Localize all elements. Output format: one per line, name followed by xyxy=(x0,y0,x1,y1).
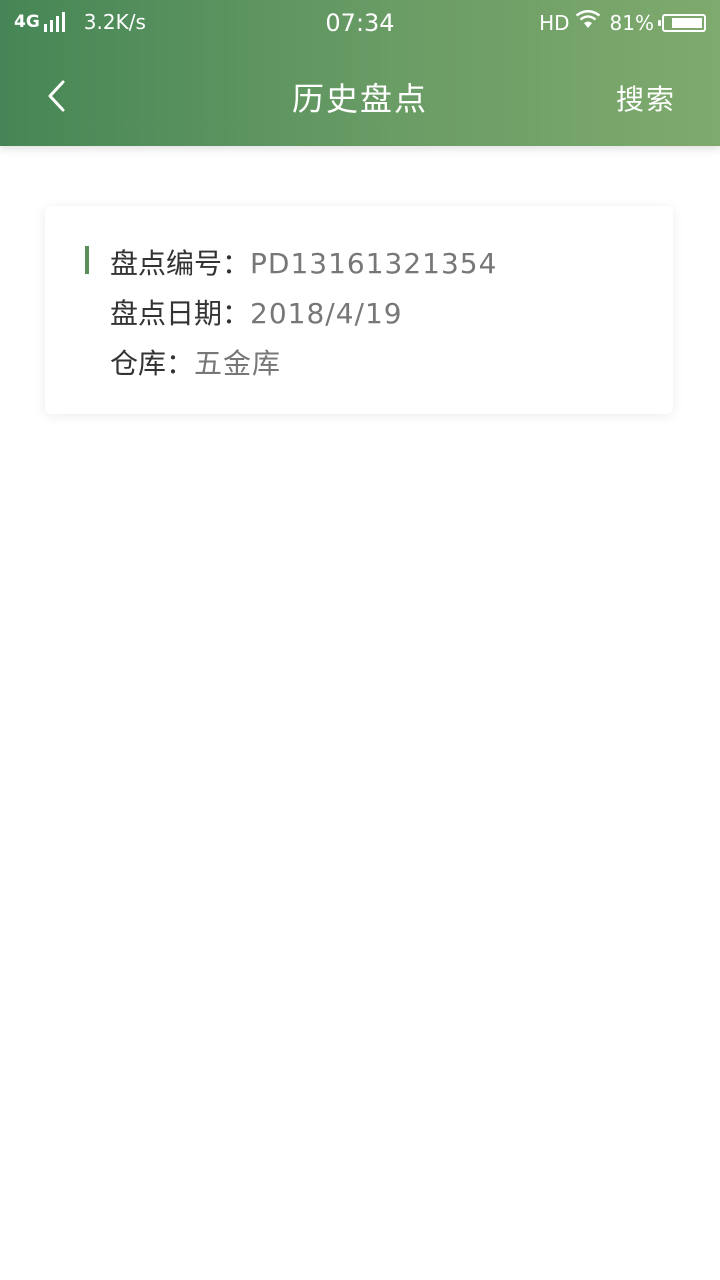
warehouse-value: 五金库 xyxy=(194,347,282,380)
app-header: 4G 3.2K/s 07:34 HD 81% 历史盘点 搜索 xyxy=(0,0,720,146)
wifi-icon xyxy=(574,10,602,35)
battery-icon xyxy=(658,13,706,32)
hd-indicator: HD xyxy=(539,10,570,35)
page-title: 历史盘点 xyxy=(291,80,428,118)
record-number-label: 盘点编号： xyxy=(110,247,251,280)
search-button[interactable]: 搜索 xyxy=(616,78,676,118)
inventory-record-card[interactable]: 盘点编号：PD13161321354 盘点日期：2018/4/19 仓库：五金库 xyxy=(45,206,673,414)
nav-bar: 历史盘点 搜索 xyxy=(0,48,720,146)
record-date-row: 盘点日期：2018/4/19 xyxy=(110,292,403,332)
status-right: HD 81% xyxy=(539,10,706,35)
status-bar: 4G 3.2K/s 07:34 HD 81% xyxy=(0,0,720,48)
record-number-row: 盘点编号：PD13161321354 xyxy=(110,242,497,282)
warehouse-label: 仓库： xyxy=(110,347,195,380)
card-accent-bar xyxy=(85,246,89,274)
battery-percent: 81% xyxy=(609,10,654,35)
record-date-label: 盘点日期： xyxy=(110,297,251,330)
record-date-value: 2018/4/19 xyxy=(250,297,403,330)
warehouse-row: 仓库：五金库 xyxy=(110,342,281,382)
record-number-value: PD13161321354 xyxy=(250,247,498,280)
